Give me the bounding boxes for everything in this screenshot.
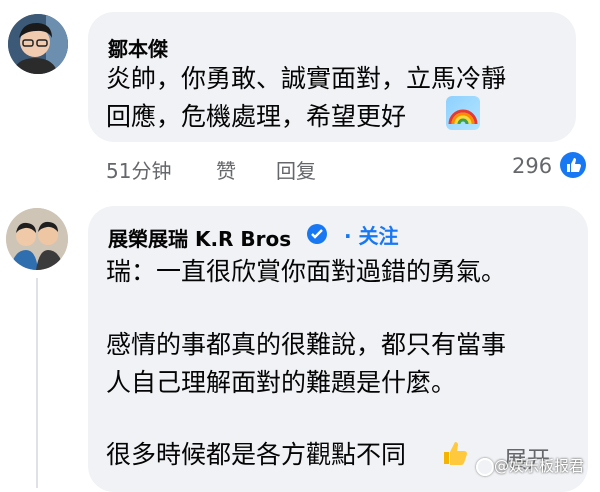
like-reaction-icon[interactable] [560,152,586,178]
comment-author[interactable]: 鄒本傑 [108,33,168,62]
commenter-avatar[interactable] [6,208,68,270]
comment-timestamp: 51分钟 [106,159,172,183]
watermark: @娱乐板报君 [494,457,585,475]
comment-text-line: 很多時候都是各方觀點不同 [106,440,407,469]
like-button[interactable]: 赞 [216,155,236,184]
commenter-avatar[interactable] [8,14,68,74]
reply-button[interactable]: 回复 [276,155,316,184]
thread-connector [36,278,38,488]
comment-text-line: 炎帥，你勇敢、誠實面對，立馬冷靜 [106,64,507,93]
comment-author[interactable]: 展榮展瑞 K.R Bros [108,223,291,252]
verified-badge-icon [307,224,327,244]
thumbs-up-emoji [440,438,470,468]
follow-button[interactable]: · 关注 [344,220,399,249]
reaction-count[interactable]: 296 [512,154,552,178]
comment-text-line: 回應，危機處理，希望更好 [106,102,407,131]
watermark-icon [476,458,494,476]
comment-text-line: 瑞：一直很欣賞你面對過錯的勇氣。 [106,257,507,286]
rainbow-emoji [446,96,480,130]
comment-text-line: 人自己理解面對的難題是什麼。 [106,368,457,397]
comment-text-line: 感情的事都真的很難說，都只有當事 [106,330,507,359]
